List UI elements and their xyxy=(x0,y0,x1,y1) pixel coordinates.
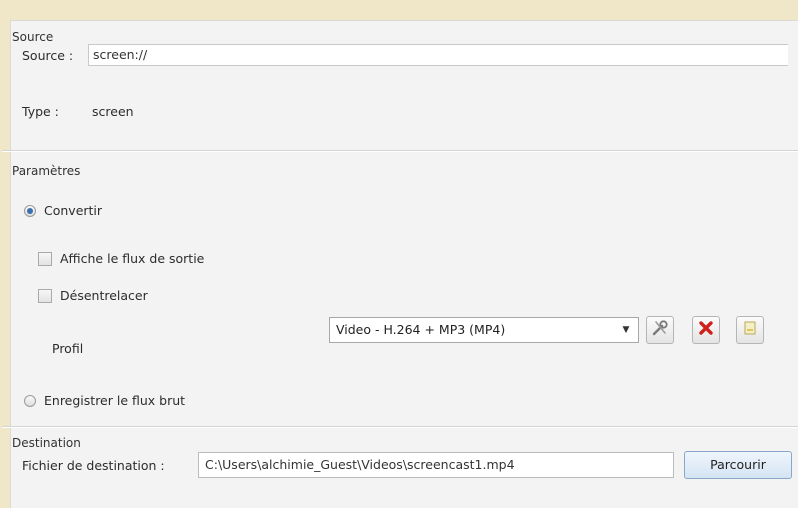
show-output-label[interactable]: Affiche le flux de sortie xyxy=(60,251,204,266)
wrench-icon xyxy=(651,319,669,341)
record-raw-label[interactable]: Enregistrer le flux brut xyxy=(44,393,185,408)
new-document-icon xyxy=(742,320,758,340)
source-input[interactable]: screen:// xyxy=(88,44,788,66)
deinterlace-label[interactable]: Désentrelacer xyxy=(60,288,148,303)
red-x-icon xyxy=(698,320,714,340)
show-output-checkbox[interactable] xyxy=(38,252,52,266)
edit-profile-button[interactable] xyxy=(646,316,674,344)
browse-button[interactable]: Parcourir xyxy=(684,451,792,479)
separator xyxy=(2,150,798,151)
convert-radio[interactable] xyxy=(24,205,36,217)
profile-select-value: Video - H.264 + MP3 (MP4) xyxy=(336,322,506,337)
params-group-title: Paramètres xyxy=(12,164,81,178)
delete-profile-button[interactable] xyxy=(692,316,720,344)
new-profile-button[interactable] xyxy=(736,316,764,344)
profile-select[interactable]: Video - H.264 + MP3 (MP4) ▼ xyxy=(329,317,639,343)
dest-group-title: Destination xyxy=(12,436,81,450)
record-raw-radio[interactable] xyxy=(24,395,36,407)
type-value: screen xyxy=(92,104,134,119)
separator xyxy=(2,426,798,427)
source-label: Source : xyxy=(22,48,74,63)
convert-label[interactable]: Convertir xyxy=(44,203,102,218)
deinterlace-checkbox[interactable] xyxy=(38,289,52,303)
type-label: Type : xyxy=(22,104,59,119)
dest-file-label: Fichier de destination : xyxy=(22,458,165,473)
profile-label: Profil xyxy=(52,341,84,356)
source-group-title: Source xyxy=(12,30,54,44)
dest-file-input[interactable]: C:\Users\alchimie_Guest\Videos\screencas… xyxy=(198,452,674,478)
chevron-down-icon: ▼ xyxy=(622,325,630,335)
